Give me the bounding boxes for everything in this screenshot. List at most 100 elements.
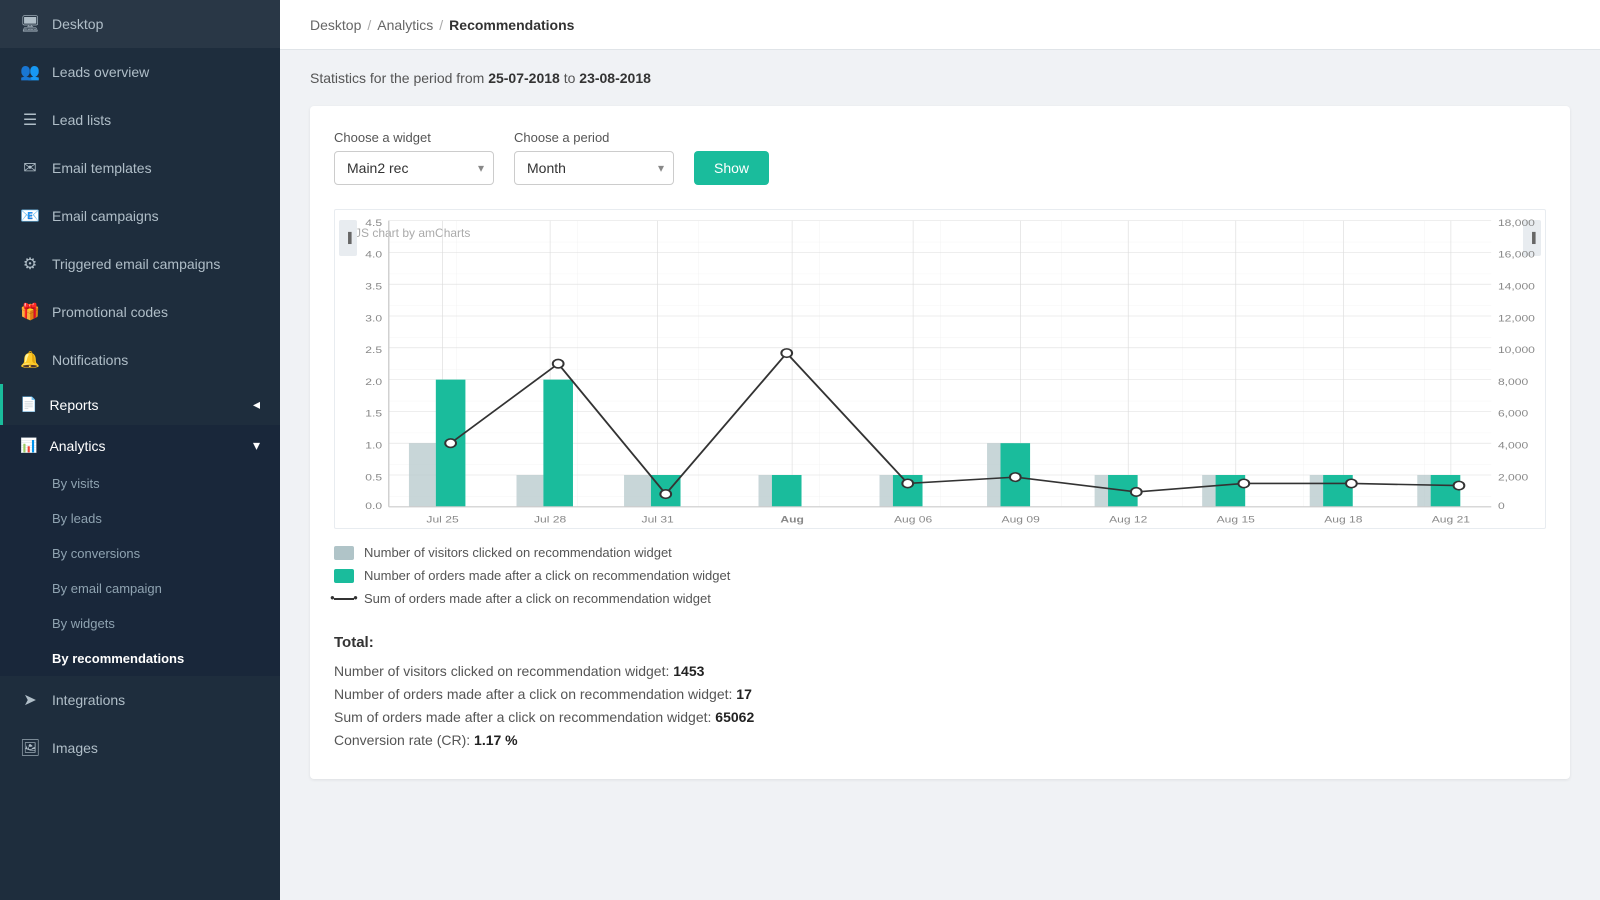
svg-text:2.0: 2.0	[365, 377, 382, 388]
breadcrumb: Desktop / Analytics / Recommendations	[310, 17, 574, 33]
widget-select[interactable]: Main2 rec Widget 1 Widget 2	[334, 151, 494, 185]
sidebar-item-label: Images	[52, 740, 260, 756]
integrations-icon: ➤	[20, 690, 40, 710]
triggered-campaigns-icon: ⚙	[20, 254, 40, 274]
main-content: Desktop / Analytics / Recommendations St…	[280, 0, 1600, 900]
analytics-expand-icon: ▾	[253, 437, 260, 454]
sidebar-item-by-visits[interactable]: By visits	[0, 466, 280, 501]
breadcrumb-desktop[interactable]: Desktop	[310, 17, 361, 33]
svg-text:4,000: 4,000	[1498, 441, 1528, 452]
svg-text:0.5: 0.5	[365, 472, 382, 483]
sidebar-item-email-templates[interactable]: ✉ Email templates	[0, 144, 280, 192]
totals-value-orders: 17	[736, 686, 752, 702]
svg-text:12,000: 12,000	[1498, 313, 1535, 324]
analytics-sub-items: By visits By leads By conversions By ema…	[0, 466, 280, 676]
svg-text:3.0: 3.0	[365, 313, 382, 324]
breadcrumb-sep-1: /	[367, 17, 371, 33]
svg-text:4.0: 4.0	[365, 250, 382, 261]
leads-overview-icon: 👥	[20, 62, 40, 82]
sidebar-item-triggered-email-campaigns[interactable]: ⚙ Triggered email campaigns	[0, 240, 280, 288]
svg-text:Jul 28: Jul 28	[534, 515, 566, 526]
legend-swatch-visitors	[334, 546, 354, 560]
sidebar-item-label: Notifications	[52, 352, 260, 368]
date-to: 23-08-2018	[579, 70, 651, 86]
analytics-icon: 📊	[20, 437, 37, 454]
chart-container: JS chart by amCharts ▐ ▐ 4.5 4.0 3.5	[334, 209, 1546, 529]
sidebar-item-by-conversions[interactable]: By conversions	[0, 536, 280, 571]
sidebar-item-label: Email campaigns	[52, 208, 260, 224]
sidebar-item-reports[interactable]: 📄 Reports ◂	[0, 384, 280, 425]
legend-item-visitors: Number of visitors clicked on recommenda…	[334, 545, 1546, 560]
period-filter-label: Choose a period	[514, 130, 674, 145]
period-select[interactable]: Day Week Month Year	[514, 151, 674, 185]
page-content: Statistics for the period from 25-07-201…	[280, 50, 1600, 900]
show-button[interactable]: Show	[694, 151, 769, 185]
chart-svg: 4.5 4.0 3.5 3.0 2.5 2.0 1.5 1.0 0.5 0.0 …	[335, 210, 1545, 528]
sidebar: 🖥 Desktop 👥 Leads overview ☰ Lead lists …	[0, 0, 280, 900]
topbar: Desktop / Analytics / Recommendations	[280, 0, 1600, 50]
sidebar-item-label: Leads overview	[52, 64, 260, 80]
reports-collapse-icon: ◂	[253, 396, 260, 413]
sidebar-item-promotional-codes[interactable]: 🎁 Promotional codes	[0, 288, 280, 336]
sidebar-section-label: Analytics	[49, 438, 241, 454]
svg-text:3.5: 3.5	[365, 282, 382, 293]
sidebar-item-leads-overview[interactable]: 👥 Leads overview	[0, 48, 280, 96]
stats-subtitle: Statistics for the period from 25-07-201…	[310, 70, 1570, 86]
sidebar-item-label: Email templates	[52, 160, 260, 176]
breadcrumb-analytics[interactable]: Analytics	[377, 17, 433, 33]
sidebar-item-label: Integrations	[52, 692, 260, 708]
svg-text:Aug: Aug	[780, 515, 803, 526]
analytics-section: 📊 Analytics ▾ By visits By leads By conv…	[0, 425, 280, 676]
sidebar-item-email-campaigns[interactable]: 📧 Email campaigns	[0, 192, 280, 240]
sidebar-item-integrations[interactable]: ➤ Integrations	[0, 676, 280, 724]
sidebar-item-label: Desktop	[52, 16, 260, 32]
totals-row-cr: Conversion rate (CR): 1.17 %	[334, 732, 1546, 748]
sidebar-item-analytics[interactable]: 📊 Analytics ▾	[0, 425, 280, 466]
totals-value-sum: 65062	[715, 709, 754, 725]
svg-text:0.0: 0.0	[365, 501, 382, 512]
totals-value-cr: 1.17 %	[474, 732, 518, 748]
svg-text:18,000: 18,000	[1498, 218, 1535, 229]
totals-section: Total: Number of visitors clicked on rec…	[334, 634, 1546, 748]
sidebar-item-by-email-campaign[interactable]: By email campaign	[0, 571, 280, 606]
images-icon: 🖼	[20, 738, 40, 758]
svg-text:Aug 18: Aug 18	[1324, 515, 1362, 526]
sidebar-item-by-leads[interactable]: By leads	[0, 501, 280, 536]
widget-filter-label: Choose a widget	[334, 130, 494, 145]
svg-text:Aug 06: Aug 06	[894, 515, 932, 526]
legend-item-sum: Sum of orders made after a click on reco…	[334, 591, 1546, 606]
svg-text:1.5: 1.5	[365, 409, 382, 420]
svg-text:Aug 21: Aug 21	[1432, 515, 1470, 526]
svg-text:4.5: 4.5	[365, 218, 382, 229]
sidebar-item-notifications[interactable]: 🔔 Notifications	[0, 336, 280, 384]
breadcrumb-sep-2: /	[439, 17, 443, 33]
email-campaigns-icon: 📧	[20, 206, 40, 226]
sidebar-item-by-widgets[interactable]: By widgets	[0, 606, 280, 641]
totals-value-visitors: 1453	[673, 663, 704, 679]
sidebar-item-by-recommendations[interactable]: By recommendations	[0, 641, 280, 676]
totals-title: Total:	[334, 634, 1546, 651]
sidebar-item-desktop[interactable]: 🖥 Desktop	[0, 0, 280, 48]
svg-text:Jul 31: Jul 31	[642, 515, 674, 526]
breadcrumb-current: Recommendations	[449, 17, 574, 33]
sidebar-section-label: Reports	[49, 397, 241, 413]
chart-legend: Number of visitors clicked on recommenda…	[334, 545, 1546, 606]
sidebar-item-label: Lead lists	[52, 112, 260, 128]
period-select-wrapper: Day Week Month Year	[514, 151, 674, 185]
svg-text:Aug 09: Aug 09	[1002, 515, 1040, 526]
filters-row: Choose a widget Main2 rec Widget 1 Widge…	[334, 130, 1546, 185]
totals-row-visitors: Number of visitors clicked on recommenda…	[334, 663, 1546, 679]
sidebar-item-label: Triggered email campaigns	[52, 256, 260, 272]
legend-label-visitors: Number of visitors clicked on recommenda…	[364, 545, 672, 560]
lead-lists-icon: ☰	[20, 110, 40, 130]
sidebar-item-images[interactable]: 🖼 Images	[0, 724, 280, 772]
promotional-codes-icon: 🎁	[20, 302, 40, 322]
widget-select-wrapper: Main2 rec Widget 1 Widget 2	[334, 151, 494, 185]
sidebar-item-lead-lists[interactable]: ☰ Lead lists	[0, 96, 280, 144]
notifications-icon: 🔔	[20, 350, 40, 370]
svg-text:Aug 12: Aug 12	[1109, 515, 1147, 526]
totals-row-orders: Number of orders made after a click on r…	[334, 686, 1546, 702]
svg-text:16,000: 16,000	[1498, 250, 1535, 261]
svg-text:8,000: 8,000	[1498, 377, 1528, 388]
svg-text:10,000: 10,000	[1498, 345, 1535, 356]
